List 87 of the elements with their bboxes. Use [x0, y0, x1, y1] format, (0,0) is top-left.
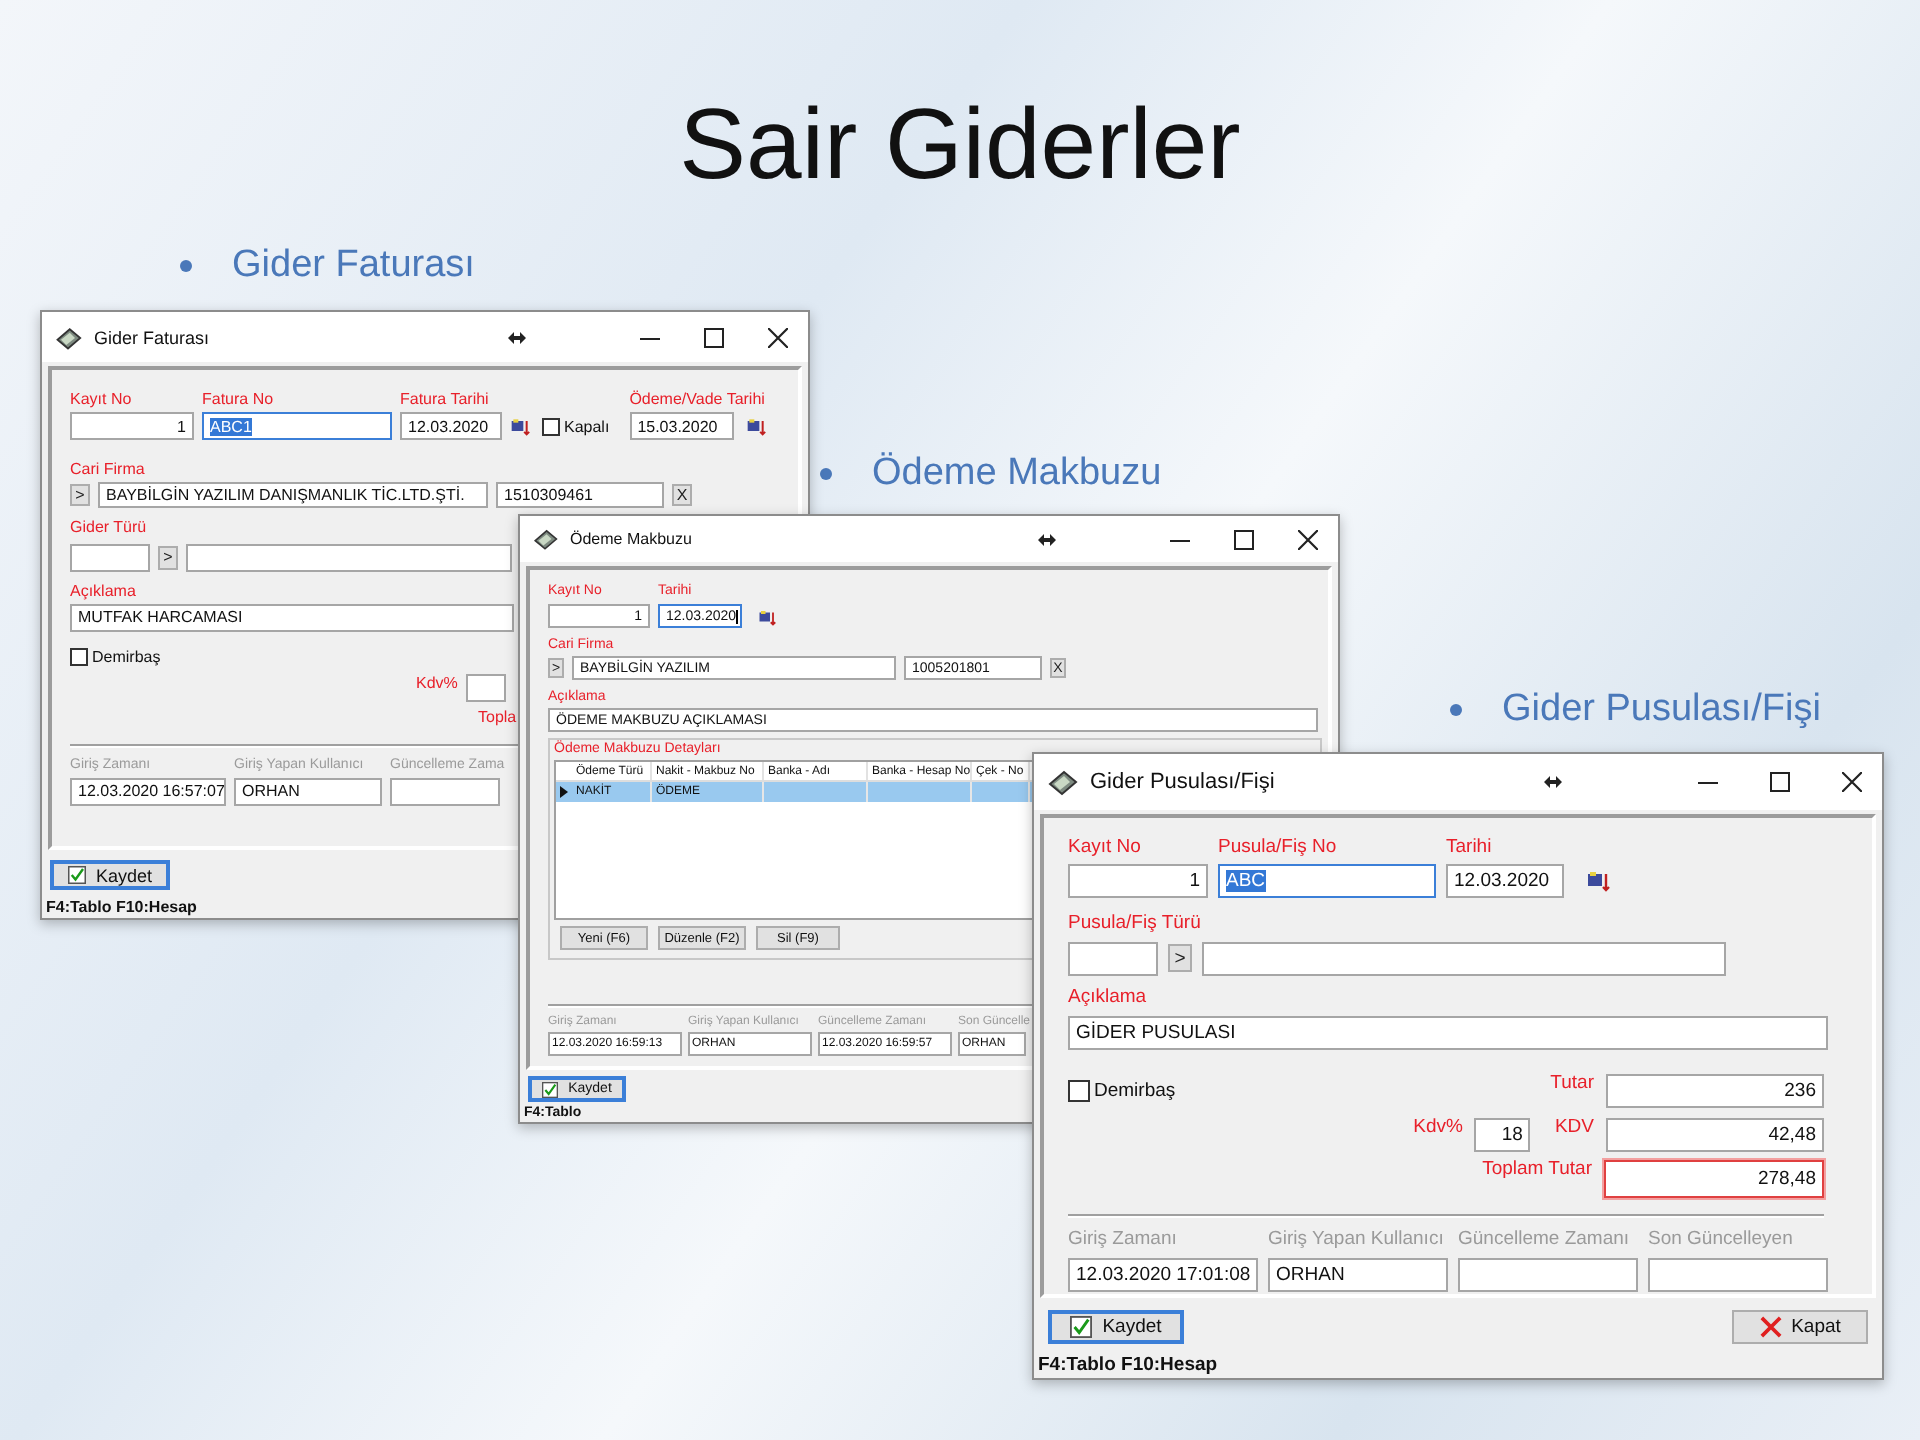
field-label: Kayıt No	[70, 390, 132, 409]
maximize-icon[interactable]	[704, 327, 724, 347]
field-label: Fatura No	[202, 390, 274, 409]
input-field[interactable]: 42,48	[1606, 1117, 1824, 1152]
field-label: Kayıt No	[1068, 838, 1141, 860]
bullet-icon	[180, 260, 192, 272]
close-icon[interactable]	[1298, 529, 1318, 549]
input-field[interactable]: MUTFAK HARCAMASI	[70, 603, 514, 632]
input-field[interactable]: 1	[1068, 863, 1208, 898]
field-label: Topla	[478, 707, 517, 726]
close-icon[interactable]	[768, 327, 788, 347]
input-field[interactable]: GİDER PUSULASI	[1068, 1015, 1828, 1050]
field-label: Pusula/Fiş No	[1218, 838, 1337, 860]
input-field[interactable]: ORHAN	[1268, 1257, 1448, 1292]
checkbox[interactable]	[70, 647, 88, 666]
picker-button[interactable]: >	[70, 484, 90, 507]
resize-arrow-icon[interactable]	[1544, 776, 1563, 788]
cancel-icon	[1759, 1316, 1782, 1338]
resize-arrow-icon[interactable]	[507, 331, 526, 343]
input-field[interactable]: 15.03.2020	[629, 412, 734, 441]
field-label: Kdv%	[416, 673, 458, 692]
input-field[interactable]: ABC	[1218, 863, 1436, 898]
checkmark-icon	[67, 866, 86, 884]
field-label: Pusula/Fiş Türü	[1068, 913, 1201, 936]
maximize-icon[interactable]	[1770, 772, 1790, 792]
field-label: Giriş Yapan Kullanıcı	[1268, 1229, 1444, 1252]
input-field[interactable]	[70, 543, 150, 572]
slide-title: Sair Giderler	[677, 86, 1243, 204]
input-field[interactable]	[465, 673, 506, 702]
field-label: Açıklama	[1068, 987, 1147, 1010]
window-title: Gider Faturası	[94, 327, 210, 347]
field-label: Tutar	[1550, 1073, 1594, 1096]
maximize-icon[interactable]	[1234, 529, 1254, 549]
input-field[interactable]: 1	[70, 412, 194, 441]
input-field[interactable]	[390, 777, 500, 806]
input-field[interactable]: 278,48	[1604, 1159, 1824, 1198]
status-text: F4:Tablo F10:Hesap	[1038, 1354, 1218, 1376]
input-field[interactable]	[1202, 941, 1726, 976]
field-label: Açıklama	[70, 581, 136, 600]
field-label: KDV	[1554, 1117, 1594, 1140]
checkbox-label: Demirbaş	[92, 647, 161, 666]
bullet-icon	[1450, 704, 1462, 716]
picker-button[interactable]: >	[158, 545, 178, 570]
input-field[interactable]	[1648, 1257, 1828, 1292]
field-label: Cari Firma	[70, 460, 145, 479]
input-field[interactable]: 1510309461	[496, 482, 664, 509]
bullet-text: Ödeme Makbuzu	[872, 452, 1162, 496]
field-label: Gider Türü	[70, 518, 147, 538]
checkbox[interactable]	[1068, 1079, 1090, 1102]
input-field[interactable]: BAYBİLGİN YAZILIM DANIŞMANLIK TİC.LTD.ŞTİ.	[98, 482, 488, 509]
checkbox[interactable]	[542, 417, 560, 436]
clear-button[interactable]: X	[672, 484, 692, 507]
field-label: Güncelleme Zamanı	[1458, 1229, 1630, 1252]
field-label: Toplam Tutar	[1482, 1159, 1592, 1182]
window-title: Ödeme Makbuzu	[570, 530, 692, 548]
input-field[interactable]: 12.03.2020 17:01:08	[1068, 1257, 1258, 1292]
input-field[interactable]: 18	[1474, 1117, 1531, 1152]
bullet-text: Gider Faturası	[232, 244, 475, 288]
field-label: Tarihi	[1446, 838, 1492, 860]
checkmark-icon	[542, 1081, 559, 1097]
bullet-icon	[820, 468, 832, 480]
field-label: Giriş Zamanı	[1068, 1229, 1177, 1252]
input-field[interactable]: 12.03.2020	[1446, 863, 1564, 898]
checkbox-label: Kapalı	[564, 417, 610, 436]
input-field[interactable]	[186, 543, 512, 572]
save-button[interactable]: Kaydet	[1048, 1310, 1184, 1344]
field-label: Kdv%	[1413, 1117, 1463, 1140]
field-label: Son Güncelleyen	[1648, 1229, 1793, 1252]
status-text: F4:Tablo F10:Hesap	[46, 898, 197, 916]
input-field[interactable]: ORHAN	[234, 777, 382, 806]
save-button[interactable]: Kaydet	[50, 860, 170, 890]
input-field[interactable]: 12.03.2020 16:57:07	[70, 777, 226, 806]
input-field[interactable]: ABC1	[202, 412, 392, 441]
close-button[interactable]: Kapat	[1732, 1310, 1868, 1344]
row-pointer-icon	[560, 786, 568, 799]
field-label: Fatura Tarihi	[400, 390, 489, 409]
picker-button[interactable]: >	[1168, 944, 1192, 973]
checkmark-icon	[1070, 1316, 1093, 1338]
close-icon[interactable]	[1842, 772, 1862, 792]
bullet-text: Gider Pusulası/Fişi	[1502, 688, 1821, 732]
input-field[interactable]: 236	[1606, 1073, 1824, 1108]
input-field[interactable]	[1068, 941, 1158, 976]
input-field[interactable]	[1458, 1257, 1638, 1292]
checkbox-label: Demirbaş	[1094, 1079, 1176, 1102]
field-label: Ödeme/Vade Tarihi	[629, 390, 765, 409]
resize-arrow-icon[interactable]	[1037, 533, 1056, 545]
input-field[interactable]: 12.03.2020	[400, 412, 502, 441]
